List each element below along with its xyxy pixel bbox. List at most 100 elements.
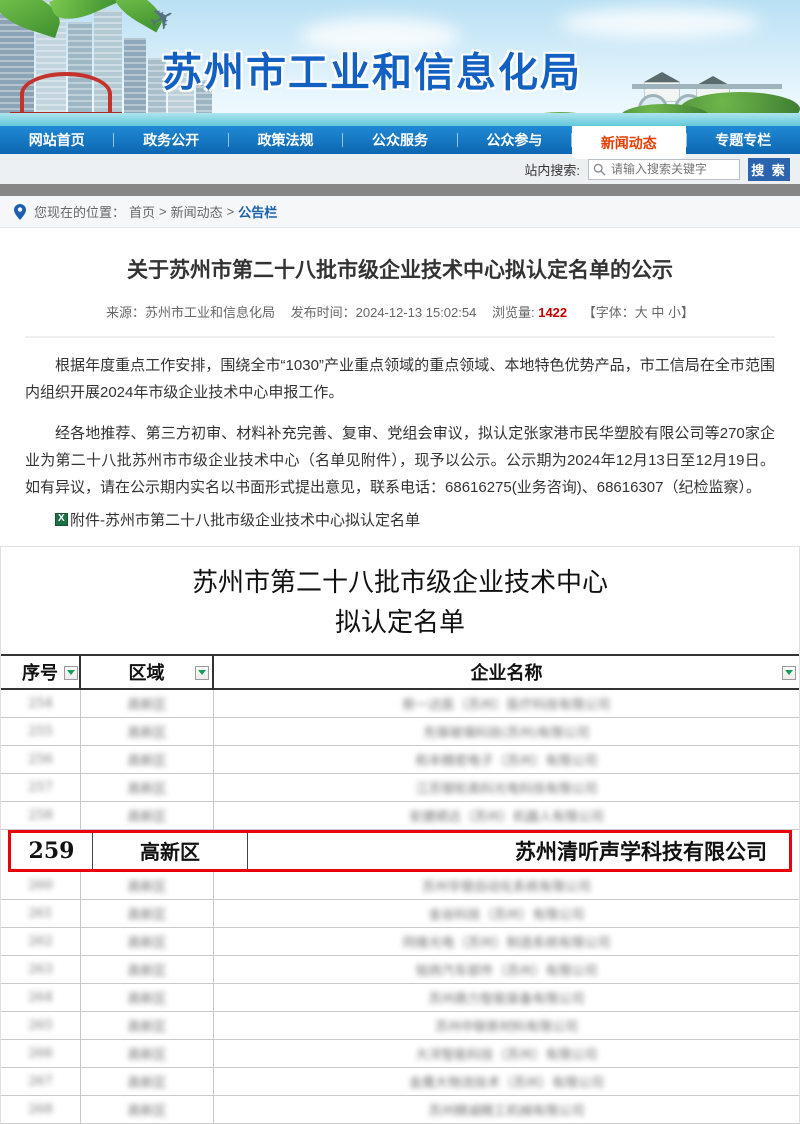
search-button[interactable]: 搜 索 xyxy=(748,158,790,181)
table-row: 261高新区金谷科技（苏州）有限公司 xyxy=(1,900,799,928)
header-cell-no: 序号 xyxy=(1,656,81,688)
table-row: 265高新区苏州中联新材料有限公司 xyxy=(1,1012,799,1040)
table-rows-after: 260高新区苏州华银自动化系统有限公司261高新区金谷科技（苏州）有限公司262… xyxy=(1,872,799,1124)
nav-item-home[interactable]: 网站首页 xyxy=(0,126,113,154)
company-list-sheet: 苏州市第二十八批市级企业技术中心 拟认定名单 序号 区域 企业名称 254高新区… xyxy=(0,546,800,1124)
table-cell: 高新区 xyxy=(81,872,214,899)
nav-item-news-active[interactable]: 新闻动态 xyxy=(572,126,685,159)
header-label-no: 序号 xyxy=(22,659,58,685)
filter-dropdown-company[interactable] xyxy=(782,666,796,680)
table-cell: 267 xyxy=(1,1068,81,1095)
site-search-input[interactable] xyxy=(588,159,740,180)
table-cell: 257 xyxy=(1,774,81,801)
table-cell: 268 xyxy=(1,1096,81,1123)
article-paragraph: 经各地推荐、第三方初审、材料补充完善、复审、党组会审议，拟认定张家港市民华塑胶有… xyxy=(25,420,775,501)
table-cell: 264 xyxy=(1,984,81,1011)
font-size-options[interactable]: 大 中 小 xyxy=(635,305,681,320)
table-cell: 安捷顺达（苏州）机器人有限公司 xyxy=(214,802,799,829)
highlight-cell-company: 苏州清听声学科技有限公司 xyxy=(248,833,789,869)
meta-views-label: 浏览量: xyxy=(492,305,535,320)
table-cell: 大洋智能科技（苏州）有限公司 xyxy=(214,1040,799,1067)
table-row: 260高新区苏州华银自动化系统有限公司 xyxy=(1,872,799,900)
red-bridge-art xyxy=(20,72,112,116)
water-art xyxy=(0,113,800,126)
location-pin-icon xyxy=(14,204,26,220)
meta-source-label: 来源： xyxy=(106,305,145,320)
table-cell: 261 xyxy=(1,900,81,927)
table-cell: 高新区 xyxy=(81,928,214,955)
table-row: 263高新区铭扬汽车部件（苏州）有限公司 xyxy=(1,956,799,984)
table-row: 256高新区和丰精密电子（苏州）有限公司 xyxy=(1,746,799,774)
meta-time-label: 发布时间： xyxy=(291,305,356,320)
highlight-cell-region: 高新区 xyxy=(93,833,248,869)
building-art xyxy=(124,38,146,114)
breadcrumb-news[interactable]: 新闻动态 xyxy=(171,202,223,221)
table-cell: 262 xyxy=(1,928,81,955)
table-cell: 金谷科技（苏州）有限公司 xyxy=(214,900,799,927)
breadcrumb-home[interactable]: 首页 xyxy=(129,202,155,221)
table-cell: 263 xyxy=(1,956,81,983)
table-cell: 铭扬汽车部件（苏州）有限公司 xyxy=(214,956,799,983)
table-cell: 高新区 xyxy=(81,1068,214,1095)
meta-views-count: 1422 xyxy=(538,305,567,320)
article-paragraph: 根据年度重点工作安排，围绕全市“1030”产业重点领域的重点领域、本地特色优势产… xyxy=(25,352,775,406)
breadcrumb: 您现在的位置： 首页 > 新闻动态 > 公告栏 xyxy=(0,196,800,228)
breadcrumb-current[interactable]: 公告栏 xyxy=(238,202,277,221)
highlighted-table-row[interactable]: 259 高新区 苏州清听声学科技有限公司 xyxy=(8,830,792,872)
sheet-title-line2: 拟认定名单 xyxy=(1,603,799,643)
table-cell: 高新区 xyxy=(81,746,214,773)
nav-item-gov-info[interactable]: 政务公开 xyxy=(114,126,227,154)
table-cell: 江苏银轮高科光电科技有限公司 xyxy=(214,774,799,801)
table-row: 258高新区安捷顺达（苏州）机器人有限公司 xyxy=(1,802,799,830)
table-cell: 高新区 xyxy=(81,1012,214,1039)
table-cell: 高新区 xyxy=(81,956,214,983)
breadcrumb-sep: > xyxy=(159,204,167,219)
table-cell: 266 xyxy=(1,1040,81,1067)
table-cell: 先锋玻璃科技(苏州)有限公司 xyxy=(214,718,799,745)
table-row: 268高新区苏州精诚精工机械有限公司 xyxy=(1,1096,799,1124)
table-cell: 高新区 xyxy=(81,900,214,927)
sheet-title-line1: 苏州市第二十八批市级企业技术中心 xyxy=(1,563,799,603)
table-cell: 高新区 xyxy=(81,1096,214,1123)
article: 关于苏州市第二十八批市级企业技术中心拟认定名单的公示 来源：苏州市工业和信息化局… xyxy=(0,254,800,530)
table-row: 267高新区金鹰大物流技术（苏州）有限公司 xyxy=(1,1068,799,1096)
table-cell: 256 xyxy=(1,746,81,773)
table-row: 262高新区同维光电（苏州）制造系统有限公司 xyxy=(1,928,799,956)
table-row: 257高新区江苏银轮高科光电科技有限公司 xyxy=(1,774,799,802)
site-title: 苏州市工业和信息化局 xyxy=(162,40,582,98)
roof-art xyxy=(644,72,680,82)
attachment-link[interactable]: 附件-苏州市第二十八批市级企业技术中心拟认定名单 xyxy=(25,509,775,530)
breadcrumb-sep: > xyxy=(227,204,235,219)
table-cell: 高新区 xyxy=(81,774,214,801)
cloud-art xyxy=(560,8,760,38)
table-row: 254高新区新一达医（苏州）医疗科技有限公司 xyxy=(1,690,799,718)
filter-dropdown-region[interactable] xyxy=(195,666,209,680)
filter-dropdown-no[interactable] xyxy=(64,666,78,680)
nav-item-participation[interactable]: 公众参与 xyxy=(458,126,571,154)
font-size-label: 【字体： xyxy=(583,305,635,320)
table-cell: 高新区 xyxy=(81,984,214,1011)
table-row: 266高新区大洋智能科技（苏州）有限公司 xyxy=(1,1040,799,1068)
table-cell: 260 xyxy=(1,872,81,899)
table-row: 255高新区先锋玻璃科技(苏州)有限公司 xyxy=(1,718,799,746)
header-label-region: 区域 xyxy=(129,659,165,685)
header-cell-region: 区域 xyxy=(81,656,214,688)
table-cell: 254 xyxy=(1,690,81,717)
table-cell: 苏州精诚精工机械有限公司 xyxy=(214,1096,799,1123)
nav-item-public-service[interactable]: 公众服务 xyxy=(343,126,456,154)
divider-bar xyxy=(0,184,800,196)
table-cell: 苏州华银自动化系统有限公司 xyxy=(214,872,799,899)
table-cell: 和丰精密电子（苏州）有限公司 xyxy=(214,746,799,773)
header-cell-company: 企业名称 xyxy=(214,656,799,688)
highlight-cell-no: 259 xyxy=(11,833,93,869)
search-label: 站内搜索: xyxy=(524,160,580,179)
table-cell: 265 xyxy=(1,1012,81,1039)
nav-item-policies[interactable]: 政策法规 xyxy=(229,126,342,154)
table-row: 264高新区苏州鼎力智能装备有限公司 xyxy=(1,984,799,1012)
table-cell: 高新区 xyxy=(81,1040,214,1067)
airplane-icon: ✈ xyxy=(143,0,182,41)
attachment-label: 附件-苏州市第二十八批市级企业技术中心拟认定名单 xyxy=(70,509,420,530)
table-cell: 高新区 xyxy=(81,718,214,745)
nav-item-special-columns[interactable]: 专题专栏 xyxy=(687,126,800,154)
table-cell: 高新区 xyxy=(81,690,214,717)
